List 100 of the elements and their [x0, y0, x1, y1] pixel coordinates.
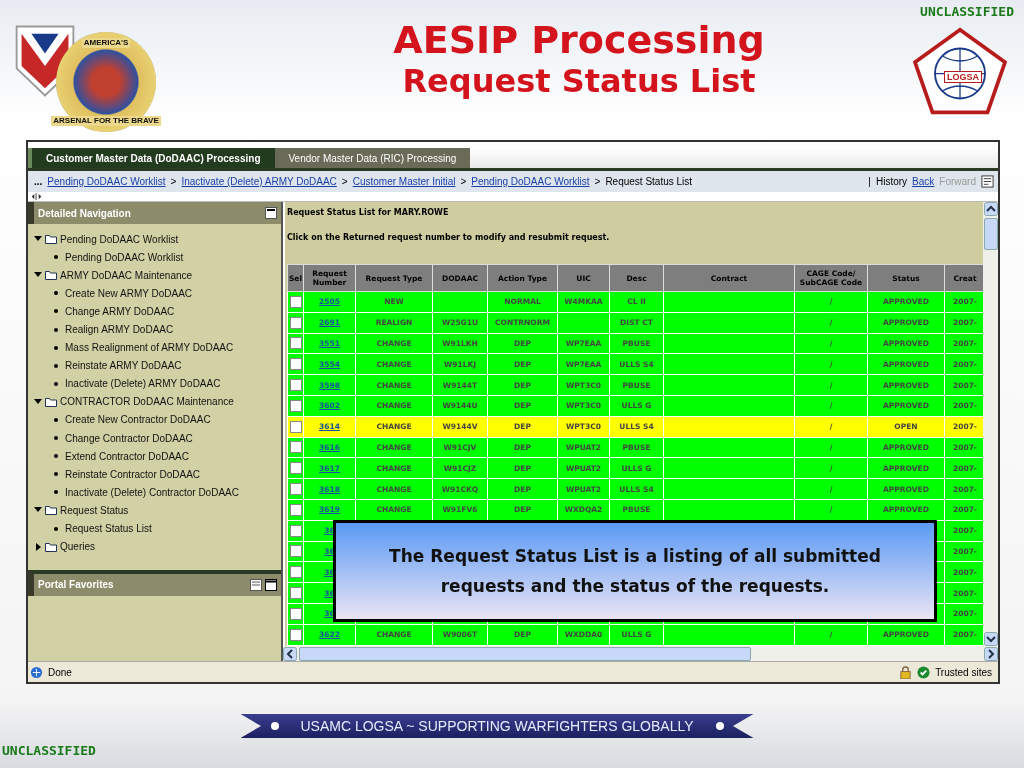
checkbox[interactable] [289, 566, 302, 579]
maximize-icon [265, 578, 277, 591]
checkbox[interactable] [289, 358, 302, 371]
dot-icon [715, 722, 724, 730]
bullet-icon [54, 436, 58, 441]
arrows-icon [30, 193, 43, 200]
tree-item[interactable]: Reinstate ARMY DoDAAC [34, 356, 281, 375]
check-circle-icon [917, 665, 931, 679]
callout-tooltip: The Request Status List is a listing of all submitted requests and the status of the requests. [333, 520, 937, 622]
minimize-icon [265, 207, 277, 219]
separator-text: > [594, 176, 601, 187]
checkbox[interactable] [289, 462, 302, 475]
tree-folder[interactable]: ARMY DoDAAC Maintenance [34, 266, 281, 285]
tab[interactable]: Vendor Master Data (RIC) Processing [274, 148, 471, 168]
tree-item[interactable]: Request Status List [34, 519, 281, 538]
ellipsis-text: ... [34, 176, 43, 187]
bullet-icon [54, 454, 58, 459]
bullet-icon [54, 490, 58, 495]
bullet-icon [54, 526, 58, 531]
bullet-icon [54, 418, 58, 422]
tree-item[interactable]: Change Contractor DoDAAC [34, 429, 281, 448]
scroll-right-icon [984, 646, 998, 661]
vertical-scrollbar[interactable] [983, 202, 998, 646]
bullet-icon [54, 255, 58, 260]
tree-item[interactable]: Realign ARMY DoDAAC [34, 320, 281, 339]
breadcrumb-link[interactable]: Pending DoDAAC Worklist [471, 176, 590, 187]
checkbox[interactable] [289, 483, 302, 496]
classification-label: UNCLASSIFIED [2, 743, 96, 758]
scroll-left-icon [283, 646, 297, 661]
scroll-up-icon [983, 202, 998, 216]
bullet-icon [54, 309, 58, 314]
edit-icon [250, 578, 262, 591]
bullet-icon [54, 345, 58, 350]
back-link[interactable]: Back [912, 176, 935, 187]
checkbox[interactable] [289, 503, 302, 516]
tree-item[interactable]: Create New Contractor DoDAAC [34, 410, 281, 430]
horizontal-scrollbar[interactable] [283, 646, 998, 661]
logo-text: AMERICA'S [81, 38, 131, 48]
panel-title: Portal Favorites [38, 579, 114, 591]
folder-icon [45, 270, 57, 281]
tree-folder[interactable]: CONTRACTOR DoDAAC Maintenance [34, 392, 281, 411]
folder-icon [45, 541, 57, 552]
tree-folder[interactable]: Request Status [34, 501, 281, 520]
breadcrumb-link[interactable]: Customer Master Initial [352, 176, 456, 187]
banner-text: USAMC LOGSA ~ SUPPORTING WARFIGHTERS GLOBALLY [300, 718, 694, 734]
checkbox[interactable] [289, 607, 302, 620]
folder-icon [45, 234, 57, 245]
tree-folder[interactable]: Queries [34, 537, 281, 556]
caret-icon[interactable] [34, 542, 42, 551]
instruction-text: Click on the Returned request number to modify and resubmit request. [285, 233, 983, 264]
checkbox[interactable] [289, 587, 302, 600]
bullet-icon [54, 472, 58, 477]
checkbox[interactable] [289, 316, 302, 329]
checkbox[interactable] [289, 441, 302, 454]
tree-item[interactable]: Inactivate (Delete) Contractor DoDAAC [34, 483, 281, 502]
content-heading: Request Status List for MARY.ROWE [285, 202, 983, 233]
zone-text: Trusted sites [935, 666, 992, 678]
separator-text: > [341, 176, 348, 187]
caret-icon[interactable] [34, 397, 42, 406]
breadcrumb-link[interactable]: Inactivate (Delete) ARMY DoDAAC [181, 176, 337, 187]
logo-text: ARSENAL FOR THE BRAVE [51, 116, 161, 126]
slide-subtitle: Request Status List [402, 62, 756, 100]
tree-item[interactable]: Change ARMY DoDAAC [34, 302, 281, 321]
scroll-thumb[interactable] [983, 218, 998, 250]
folder-icon [45, 396, 57, 407]
tree-item[interactable]: Extend Contractor DoDAAC [34, 447, 281, 466]
tree-item[interactable]: Mass Realignment of ARMY DoDAAC [34, 338, 281, 357]
panel-title: Detailed Navigation [38, 207, 131, 219]
divider-text: | [868, 176, 871, 187]
bullet-icon [54, 381, 58, 386]
separator-text: > [460, 176, 467, 187]
slide-title: AESIP Processing [393, 18, 765, 62]
scroll-thumb[interactable] [299, 646, 751, 661]
tree-item[interactable]: Pending DoDAAC Worklist [34, 248, 281, 267]
logo-text: LOGSA [944, 71, 982, 83]
separator-text: > [170, 176, 177, 187]
checkbox[interactable] [289, 524, 302, 537]
status-text: Done [48, 666, 72, 678]
tree-item[interactable]: Reinstate Contractor DoDAAC [34, 465, 281, 484]
bullet-icon [54, 363, 58, 368]
history-button[interactable]: History [875, 176, 908, 187]
checkbox[interactable] [289, 545, 302, 558]
checkbox[interactable] [289, 295, 302, 308]
lock-icon [899, 665, 913, 679]
checkbox[interactable] [289, 337, 302, 350]
checkbox[interactable] [289, 420, 302, 433]
checkbox[interactable] [289, 628, 302, 641]
scroll-down-icon [983, 632, 998, 646]
tree-folder[interactable]: Pending DoDAAC Worklist [34, 230, 281, 249]
classification-label: UNCLASSIFIED [920, 4, 1014, 19]
folder-icon [45, 505, 57, 516]
checkbox[interactable] [289, 399, 302, 412]
tree-item[interactable]: Create New ARMY DoDAAC [34, 284, 281, 303]
checkbox[interactable] [289, 379, 302, 392]
pentagon-logo-icon [910, 25, 1010, 117]
bullet-icon [54, 291, 58, 296]
breadcrumb-link[interactable]: Pending DoDAAC Worklist [47, 176, 166, 187]
tree-item[interactable]: Inactivate (Delete) ARMY DoDAAC [34, 374, 281, 393]
tab[interactable]: Customer Master Data (DoDAAC) Processing [28, 148, 275, 168]
dot-icon [270, 722, 279, 730]
